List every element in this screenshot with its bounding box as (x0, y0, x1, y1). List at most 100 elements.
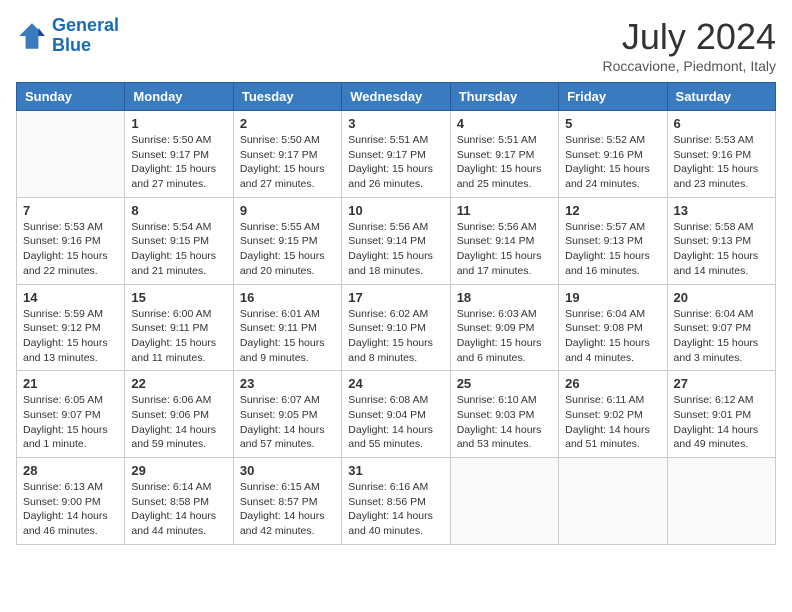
day-number: 2 (240, 116, 335, 131)
day-info: Sunrise: 6:01 AM Sunset: 9:11 PM Dayligh… (240, 307, 335, 366)
calendar-week-row: 7 Sunrise: 5:53 AM Sunset: 9:16 PM Daylig… (17, 197, 776, 284)
calendar-day-header: Wednesday (342, 83, 450, 111)
calendar-week-row: 1 Sunrise: 5:50 AM Sunset: 9:17 PM Daylig… (17, 111, 776, 198)
logo-text: General Blue (52, 16, 119, 56)
day-number: 5 (565, 116, 660, 131)
calendar-cell: 2 Sunrise: 5:50 AM Sunset: 9:17 PM Daylig… (233, 111, 341, 198)
day-number: 29 (131, 463, 226, 478)
day-info: Sunrise: 5:57 AM Sunset: 9:13 PM Dayligh… (565, 220, 660, 279)
day-info: Sunrise: 6:15 AM Sunset: 8:57 PM Dayligh… (240, 480, 335, 539)
day-number: 17 (348, 290, 443, 305)
calendar-cell (667, 458, 775, 545)
day-info: Sunrise: 6:14 AM Sunset: 8:58 PM Dayligh… (131, 480, 226, 539)
day-number: 31 (348, 463, 443, 478)
day-number: 30 (240, 463, 335, 478)
day-number: 28 (23, 463, 118, 478)
calendar-cell: 22 Sunrise: 6:06 AM Sunset: 9:06 PM Dayli… (125, 371, 233, 458)
day-number: 7 (23, 203, 118, 218)
day-info: Sunrise: 6:10 AM Sunset: 9:03 PM Dayligh… (457, 393, 552, 452)
calendar-cell: 4 Sunrise: 5:51 AM Sunset: 9:17 PM Daylig… (450, 111, 558, 198)
day-number: 15 (131, 290, 226, 305)
day-info: Sunrise: 5:50 AM Sunset: 9:17 PM Dayligh… (240, 133, 335, 192)
title-area: July 2024 Roccavione, Piedmont, Italy (602, 16, 776, 74)
calendar-cell: 13 Sunrise: 5:58 AM Sunset: 9:13 PM Dayli… (667, 197, 775, 284)
day-number: 21 (23, 376, 118, 391)
day-info: Sunrise: 5:59 AM Sunset: 9:12 PM Dayligh… (23, 307, 118, 366)
day-number: 18 (457, 290, 552, 305)
day-number: 16 (240, 290, 335, 305)
day-number: 9 (240, 203, 335, 218)
day-info: Sunrise: 5:53 AM Sunset: 9:16 PM Dayligh… (674, 133, 769, 192)
logo-icon (16, 20, 48, 52)
calendar-day-header: Monday (125, 83, 233, 111)
calendar-cell: 26Sunrise: 6:11 AM Sunset: 9:02 PM Dayli… (559, 371, 667, 458)
day-info: Sunrise: 6:05 AM Sunset: 9:07 PM Dayligh… (23, 393, 118, 452)
logo-line2: Blue (52, 35, 91, 55)
calendar-cell: 3 Sunrise: 5:51 AM Sunset: 9:17 PM Daylig… (342, 111, 450, 198)
calendar-cell: 16 Sunrise: 6:01 AM Sunset: 9:11 PM Dayli… (233, 284, 341, 371)
calendar-cell: 31 Sunrise: 6:16 AM Sunset: 8:56 PM Dayli… (342, 458, 450, 545)
calendar-day-header: Sunday (17, 83, 125, 111)
day-info: Sunrise: 6:06 AM Sunset: 9:06 PM Dayligh… (131, 393, 226, 452)
calendar-cell: 24 Sunrise: 6:08 AM Sunset: 9:04 PM Dayli… (342, 371, 450, 458)
day-info: Sunrise: 6:11 AM Sunset: 9:02 PM Dayligh… (565, 393, 660, 452)
day-info: Sunrise: 6:03 AM Sunset: 9:09 PM Dayligh… (457, 307, 552, 366)
day-number: 4 (457, 116, 552, 131)
day-info: Sunrise: 5:51 AM Sunset: 9:17 PM Dayligh… (348, 133, 443, 192)
calendar-week-row: 21 Sunrise: 6:05 AM Sunset: 9:07 PM Dayli… (17, 371, 776, 458)
day-info: Sunrise: 6:08 AM Sunset: 9:04 PM Dayligh… (348, 393, 443, 452)
day-info: Sunrise: 6:00 AM Sunset: 9:11 PM Dayligh… (131, 307, 226, 366)
day-number: 13 (674, 203, 769, 218)
logo: General Blue (16, 16, 119, 56)
day-info: Sunrise: 5:55 AM Sunset: 9:15 PM Dayligh… (240, 220, 335, 279)
day-number: 25 (457, 376, 552, 391)
day-number: 27 (674, 376, 769, 391)
day-info: Sunrise: 5:51 AM Sunset: 9:17 PM Dayligh… (457, 133, 552, 192)
calendar-week-row: 28 Sunrise: 6:13 AM Sunset: 9:00 PM Dayli… (17, 458, 776, 545)
calendar-cell: 1 Sunrise: 5:50 AM Sunset: 9:17 PM Daylig… (125, 111, 233, 198)
day-info: Sunrise: 6:16 AM Sunset: 8:56 PM Dayligh… (348, 480, 443, 539)
day-number: 1 (131, 116, 226, 131)
day-info: Sunrise: 6:04 AM Sunset: 9:07 PM Dayligh… (674, 307, 769, 366)
calendar-cell: 12Sunrise: 5:57 AM Sunset: 9:13 PM Dayli… (559, 197, 667, 284)
month-year: July 2024 (602, 16, 776, 58)
day-info: Sunrise: 6:07 AM Sunset: 9:05 PM Dayligh… (240, 393, 335, 452)
day-info: Sunrise: 5:56 AM Sunset: 9:14 PM Dayligh… (348, 220, 443, 279)
calendar-cell: 10 Sunrise: 5:56 AM Sunset: 9:14 PM Dayli… (342, 197, 450, 284)
calendar-cell: 23Sunrise: 6:07 AM Sunset: 9:05 PM Dayli… (233, 371, 341, 458)
calendar-cell: 14 Sunrise: 5:59 AM Sunset: 9:12 PM Dayli… (17, 284, 125, 371)
calendar-cell: 30 Sunrise: 6:15 AM Sunset: 8:57 PM Dayli… (233, 458, 341, 545)
day-number: 19 (565, 290, 660, 305)
day-info: Sunrise: 5:54 AM Sunset: 9:15 PM Dayligh… (131, 220, 226, 279)
calendar-cell: 11Sunrise: 5:56 AM Sunset: 9:14 PM Dayli… (450, 197, 558, 284)
logo-line1: General (52, 15, 119, 35)
calendar-cell: 7 Sunrise: 5:53 AM Sunset: 9:16 PM Daylig… (17, 197, 125, 284)
day-number: 22 (131, 376, 226, 391)
calendar-header-row: SundayMondayTuesdayWednesdayThursdayFrid… (17, 83, 776, 111)
day-number: 11 (457, 203, 552, 218)
day-info: Sunrise: 5:53 AM Sunset: 9:16 PM Dayligh… (23, 220, 118, 279)
page-header: General Blue July 2024 Roccavione, Piedm… (16, 16, 776, 74)
day-info: Sunrise: 6:13 AM Sunset: 9:00 PM Dayligh… (23, 480, 118, 539)
day-info: Sunrise: 6:02 AM Sunset: 9:10 PM Dayligh… (348, 307, 443, 366)
calendar-cell (559, 458, 667, 545)
calendar-cell: 18 Sunrise: 6:03 AM Sunset: 9:09 PM Dayli… (450, 284, 558, 371)
calendar-cell: 28 Sunrise: 6:13 AM Sunset: 9:00 PM Dayli… (17, 458, 125, 545)
day-number: 14 (23, 290, 118, 305)
calendar-day-header: Thursday (450, 83, 558, 111)
day-info: Sunrise: 5:58 AM Sunset: 9:13 PM Dayligh… (674, 220, 769, 279)
calendar-cell: 17 Sunrise: 6:02 AM Sunset: 9:10 PM Dayli… (342, 284, 450, 371)
day-number: 8 (131, 203, 226, 218)
day-info: Sunrise: 5:50 AM Sunset: 9:17 PM Dayligh… (131, 133, 226, 192)
day-number: 10 (348, 203, 443, 218)
calendar: SundayMondayTuesdayWednesdayThursdayFrid… (16, 82, 776, 545)
calendar-cell: 25 Sunrise: 6:10 AM Sunset: 9:03 PM Dayli… (450, 371, 558, 458)
calendar-cell: 9 Sunrise: 5:55 AM Sunset: 9:15 PM Daylig… (233, 197, 341, 284)
day-number: 3 (348, 116, 443, 131)
day-info: Sunrise: 5:52 AM Sunset: 9:16 PM Dayligh… (565, 133, 660, 192)
calendar-cell: 15 Sunrise: 6:00 AM Sunset: 9:11 PM Dayli… (125, 284, 233, 371)
day-number: 24 (348, 376, 443, 391)
calendar-cell: 21 Sunrise: 6:05 AM Sunset: 9:07 PM Dayli… (17, 371, 125, 458)
calendar-cell: 6Sunrise: 5:53 AM Sunset: 9:16 PM Daylig… (667, 111, 775, 198)
calendar-cell: 8 Sunrise: 5:54 AM Sunset: 9:15 PM Daylig… (125, 197, 233, 284)
